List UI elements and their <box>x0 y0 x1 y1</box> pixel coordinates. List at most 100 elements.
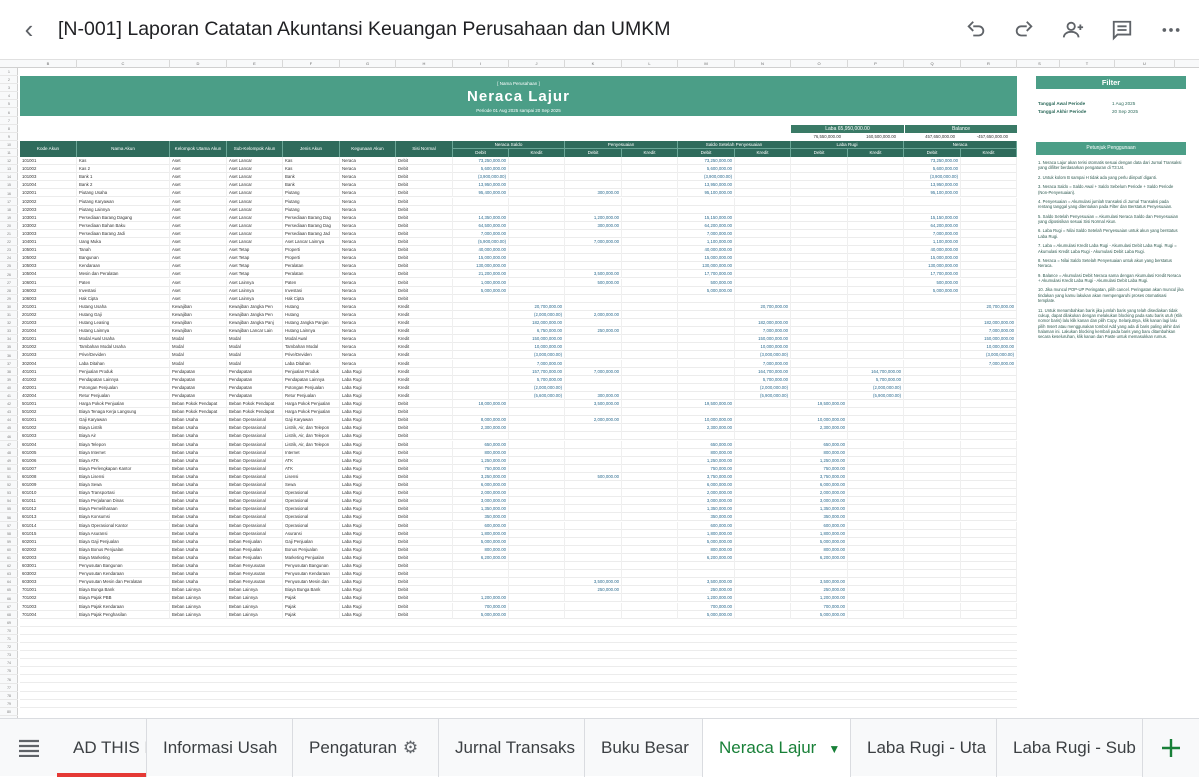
table-cell[interactable]: Properti <box>283 254 340 263</box>
table-cell[interactable] <box>961 505 1017 514</box>
table-cell[interactable] <box>509 254 565 263</box>
table-cell[interactable]: 106001 <box>20 278 77 287</box>
table-cell[interactable]: 6,000,000.00 <box>791 481 848 489</box>
table-cell[interactable]: 150,000,000.00 <box>961 335 1017 344</box>
table-cell[interactable] <box>565 610 622 619</box>
table-cell[interactable] <box>848 294 904 303</box>
table-cell[interactable] <box>509 553 565 562</box>
table-cell[interactable] <box>735 464 791 473</box>
table-cell[interactable] <box>904 578 961 587</box>
table-cell[interactable]: 5,600,000.00 <box>453 165 509 174</box>
table-cell[interactable] <box>961 562 1017 570</box>
table-cell[interactable]: Kewajiban Jangka Pen <box>227 302 283 311</box>
table-cell[interactable] <box>961 481 1017 489</box>
table-cell[interactable] <box>735 432 791 441</box>
table-cell[interactable] <box>848 578 904 587</box>
table-cell[interactable] <box>622 286 678 295</box>
table-cell[interactable]: Beban Lainnya <box>170 594 227 603</box>
table-cell[interactable] <box>678 319 735 327</box>
table-cell[interactable] <box>622 586 678 595</box>
table-cell[interactable]: Modal <box>227 335 283 344</box>
row-header[interactable]: 27 <box>0 279 18 287</box>
table-cell[interactable] <box>565 602 622 611</box>
table-cell[interactable] <box>848 327 904 336</box>
table-cell[interactable]: Investasi <box>283 286 340 295</box>
table-cell[interactable]: 5,000,000.00 <box>791 610 848 619</box>
table-cell[interactable] <box>509 197 565 206</box>
table-cell[interactable]: 1,250,000.00 <box>453 456 509 465</box>
table-cell[interactable]: 182,000,000.00 <box>961 319 1017 327</box>
table-cell[interactable]: Neraca <box>340 173 396 182</box>
table-cell[interactable]: Laba Rugi <box>340 610 396 619</box>
table-cell[interactable]: 103003 <box>20 229 77 238</box>
row-header[interactable]: 34 <box>0 335 18 344</box>
table-cell[interactable] <box>678 343 735 352</box>
column-header-o[interactable]: O <box>791 60 848 68</box>
empty-row[interactable] <box>20 659 1017 668</box>
table-cell[interactable] <box>961 594 1017 603</box>
table-cell[interactable] <box>622 408 678 417</box>
row-header[interactable]: 4 <box>0 92 18 101</box>
table-cell[interactable]: 10,000,000.00 <box>678 416 735 425</box>
table-cell[interactable]: (3,000,000.00) <box>961 351 1017 360</box>
table-cell[interactable]: Kewajiban <box>170 302 227 311</box>
table-cell[interactable]: Modal <box>170 351 227 360</box>
table-cell[interactable] <box>904 497 961 506</box>
table-cell[interactable] <box>848 456 904 465</box>
table-cell[interactable]: Laba Rugi <box>340 594 396 603</box>
empty-row[interactable] <box>20 619 1017 627</box>
table-cell[interactable] <box>622 545 678 554</box>
table-cell[interactable] <box>961 205 1017 214</box>
table-cell[interactable]: Beban Usaha <box>170 456 227 465</box>
table-cell[interactable] <box>678 294 735 303</box>
table-cell[interactable] <box>791 173 848 182</box>
table-cell[interactable]: Debit <box>396 254 453 263</box>
table-cell[interactable]: Hutang Jangka Panjan <box>283 319 340 327</box>
table-cell[interactable]: 300,000.00 <box>565 189 622 198</box>
row-header[interactable]: 12 <box>0 157 18 166</box>
table-cell[interactable] <box>791 432 848 441</box>
column-header-u[interactable]: U <box>1115 60 1175 68</box>
table-cell[interactable]: Beban Usaha <box>170 416 227 425</box>
table-cell[interactable] <box>735 562 791 570</box>
table-cell[interactable] <box>565 383 622 392</box>
table-cell[interactable]: Prive/Deviden <box>77 351 170 360</box>
table-cell[interactable] <box>904 545 961 554</box>
table-cell[interactable]: Retur Penjualan <box>283 391 340 400</box>
table-cell[interactable] <box>791 238 848 246</box>
table-cell[interactable]: 601010 <box>20 489 77 498</box>
table-cell[interactable] <box>735 424 791 433</box>
table-cell[interactable]: 603001 <box>20 562 77 570</box>
table-cell[interactable]: Debit <box>396 537 453 546</box>
table-cell[interactable]: Piutang Karyawan <box>77 197 170 206</box>
table-cell[interactable] <box>565 173 622 182</box>
row-header[interactable]: 7 <box>0 117 18 125</box>
table-cell[interactable]: 301002 <box>20 343 77 352</box>
table-cell[interactable] <box>791 165 848 174</box>
table-cell[interactable]: Aset <box>170 278 227 287</box>
table-cell[interactable] <box>961 448 1017 457</box>
row-header[interactable]: 14 <box>0 173 18 182</box>
table-cell[interactable]: 301001 <box>20 335 77 344</box>
table-cell[interactable]: 650,000.00 <box>678 440 735 449</box>
table-cell[interactable]: Paten <box>283 278 340 287</box>
table-cell[interactable]: Lisensi <box>283 472 340 481</box>
table-cell[interactable] <box>453 327 509 336</box>
table-cell[interactable]: Biaya ATK <box>77 456 170 465</box>
empty-row[interactable] <box>20 684 1017 692</box>
table-cell[interactable] <box>791 189 848 198</box>
table-cell[interactable] <box>565 262 622 271</box>
table-cell[interactable]: 250,000.00 <box>565 586 622 595</box>
table-cell[interactable] <box>565 246 622 255</box>
row-header[interactable]: 51 <box>0 473 18 482</box>
table-cell[interactable]: Operasional <box>283 489 340 498</box>
table-cell[interactable]: Kas <box>283 157 340 165</box>
table-cell[interactable]: Beban Usaha <box>170 481 227 489</box>
table-cell[interactable]: (5,900,000.00) <box>735 391 791 400</box>
table-cell[interactable] <box>565 432 622 441</box>
table-cell[interactable]: Neraca <box>340 359 396 368</box>
table-cell[interactable] <box>848 440 904 449</box>
table-cell[interactable]: 500,000.00 <box>678 278 735 287</box>
table-cell[interactable] <box>622 221 678 230</box>
table-cell[interactable]: Kendaraan <box>77 262 170 271</box>
